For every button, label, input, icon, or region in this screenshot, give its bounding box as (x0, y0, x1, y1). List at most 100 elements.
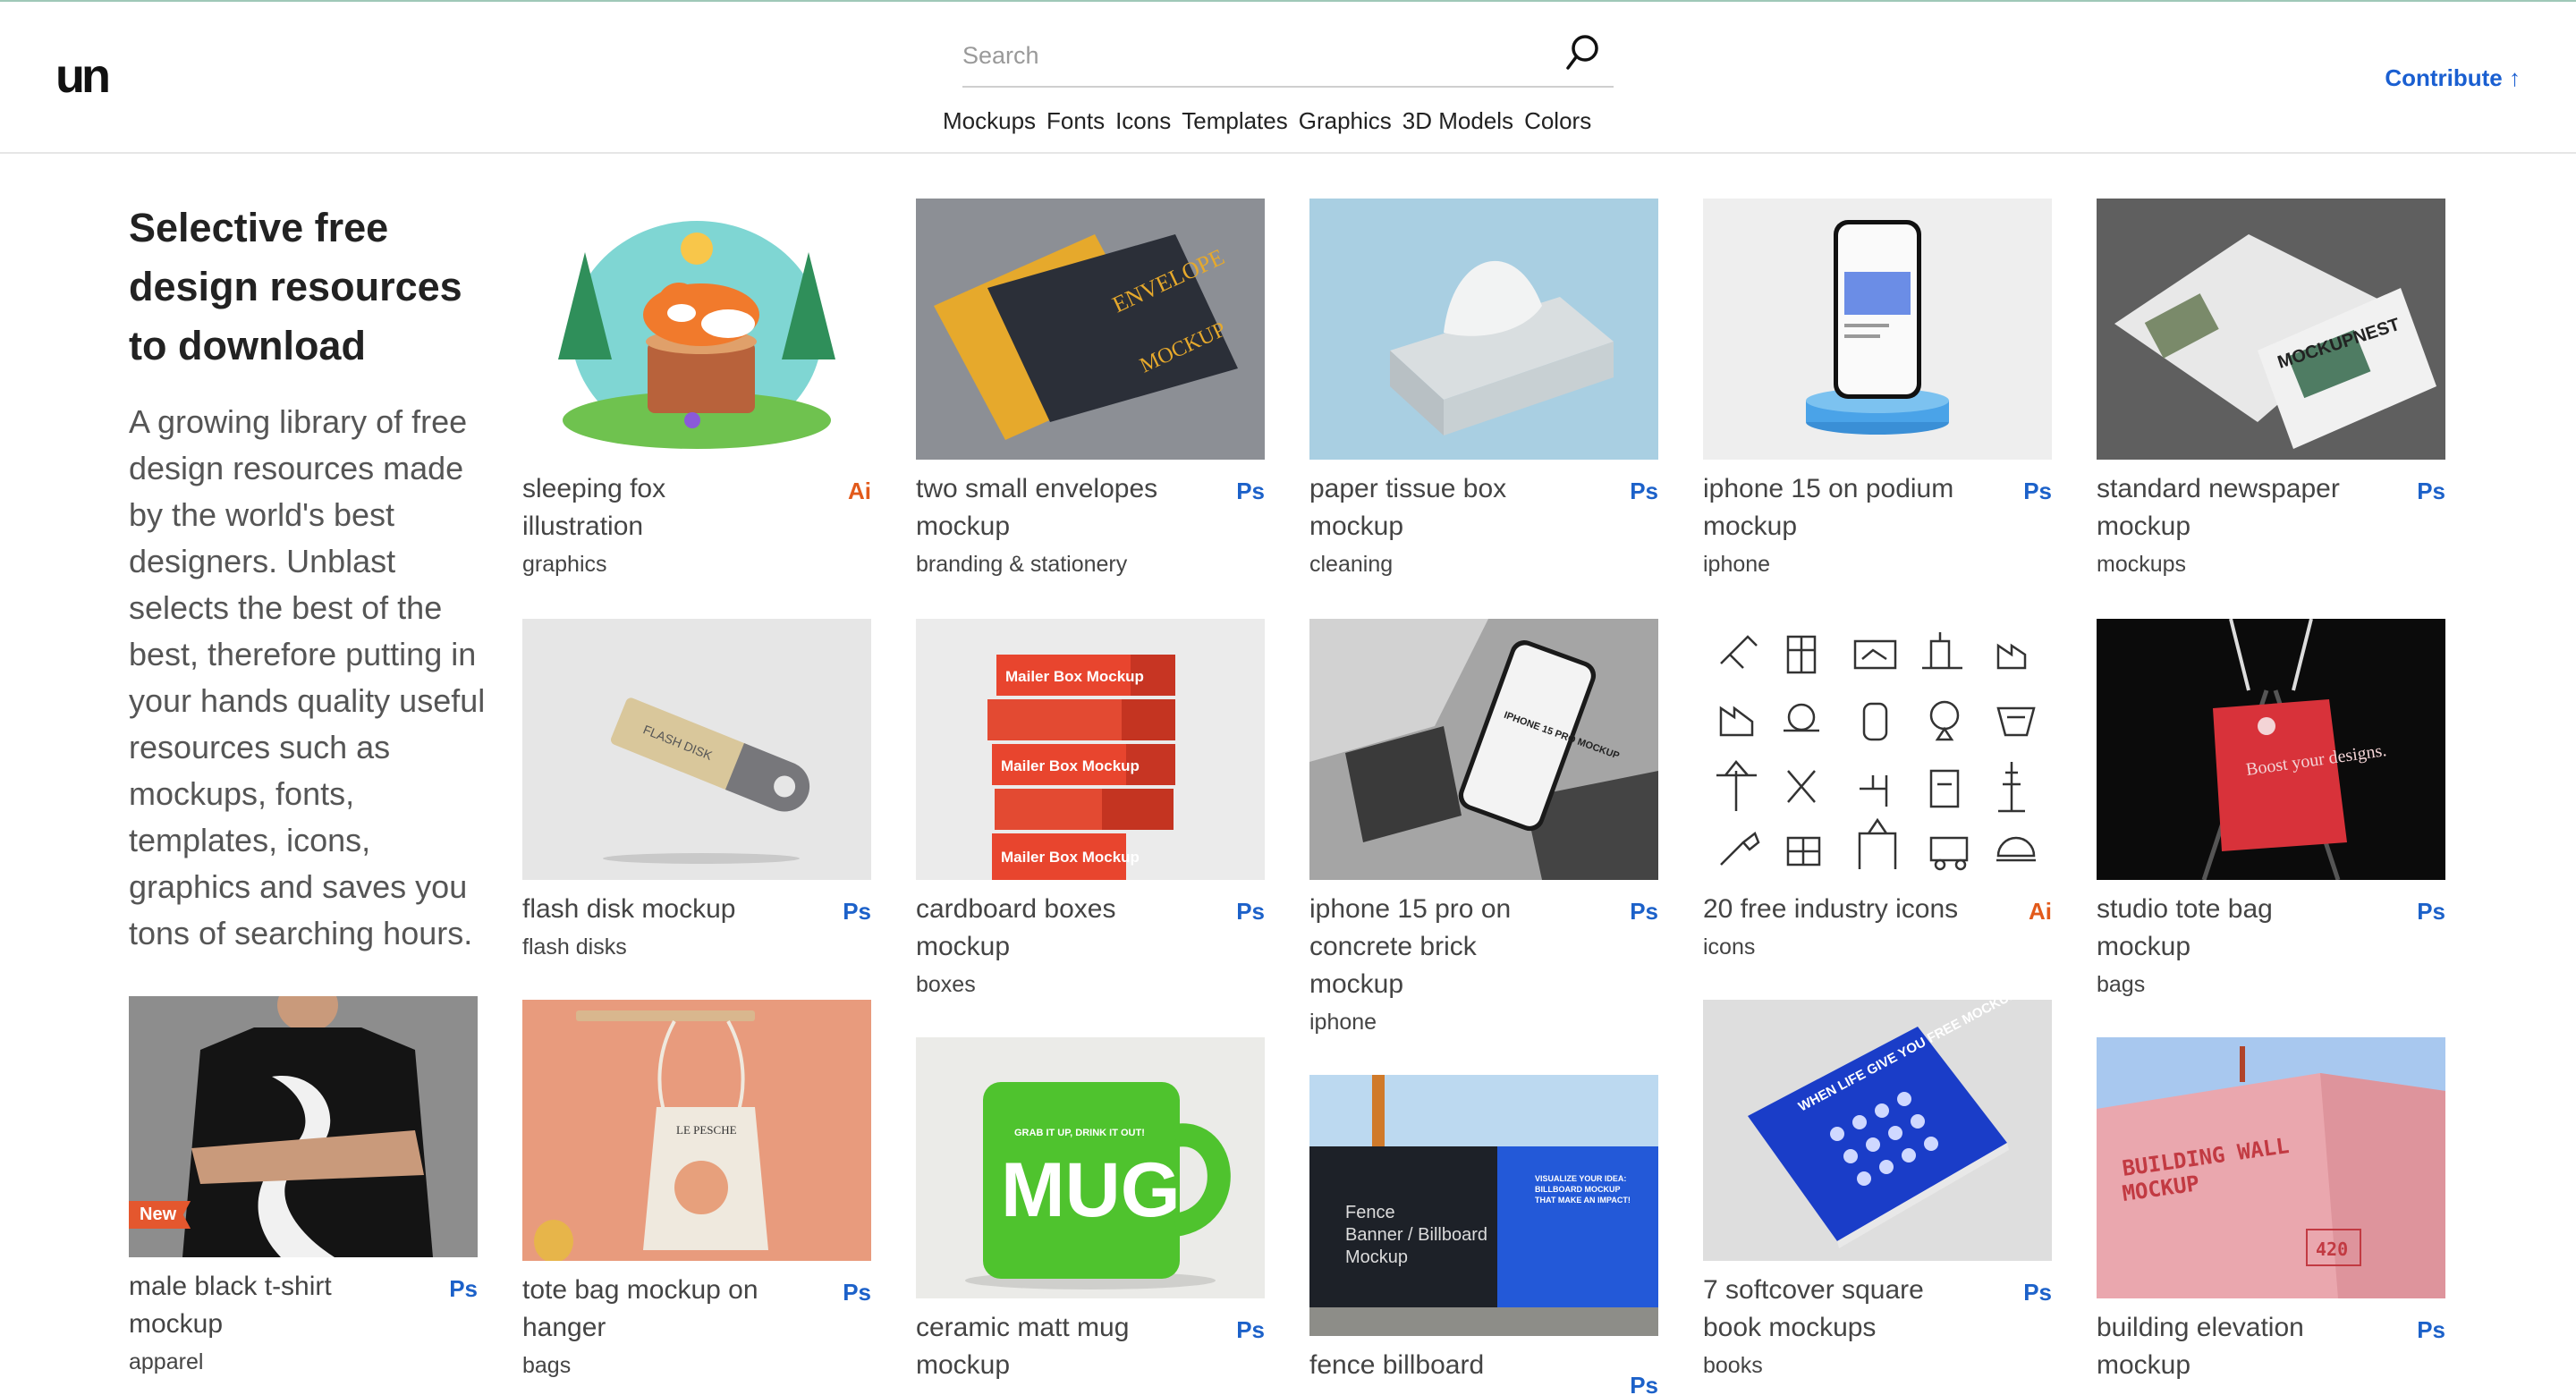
card-title[interactable]: studio tote bag mockup (2097, 891, 2365, 966)
card-meta: fence billboard Ps (1309, 1347, 1658, 1395)
resource-card: ENVELOPE MOCKUP two small envelopes mock… (916, 199, 1265, 579)
nav-fonts[interactable]: Fonts (1046, 107, 1105, 135)
card-meta: iphone 15 pro on concrete brick mockup i… (1309, 891, 1658, 1037)
hanger-bag-label: LE PESCHE (676, 1123, 737, 1137)
card-title[interactable]: ceramic matt mug mockup (916, 1309, 1184, 1384)
card-category[interactable]: boxes (916, 969, 1265, 1000)
resource-card: LE PESCHE tote bag mockup on hanger bags… (522, 1000, 871, 1381)
card-thumbnail-iphone-concrete[interactable]: IPHONE 15 PRO MOCKUP (1309, 619, 1658, 880)
card-category[interactable]: iphone (1703, 549, 2052, 579)
card-category[interactable]: books (1703, 1350, 2052, 1381)
card-title[interactable]: 7 softcover square book mockups (1703, 1272, 1971, 1347)
nav-mockups[interactable]: Mockups (943, 107, 1036, 135)
resource-card: New male black t-shirt mockup apparel Ps (129, 996, 478, 1377)
card-thumbnail-envelopes[interactable]: ENVELOPE MOCKUP (916, 199, 1265, 460)
card-category[interactable]: apparel (129, 1347, 478, 1377)
nav-templates[interactable]: Templates (1182, 107, 1288, 135)
card-title[interactable]: tote bag mockup on hanger (522, 1272, 791, 1347)
card-thumbnail-iphone-podium[interactable] (1703, 199, 2052, 460)
ps-badge: Ps (1236, 1316, 1265, 1343)
card-meta: flash disk mockup flash disks Ps (522, 891, 871, 962)
card-category[interactable]: bags (522, 1350, 871, 1381)
card-category[interactable]: mockups (2097, 549, 2445, 579)
card-thumbnail-building[interactable]: BUILDING WALL MOCKUP 420 (2097, 1037, 2445, 1298)
card-title[interactable]: flash disk mockup (522, 891, 791, 928)
ps-badge: Ps (1630, 898, 1658, 925)
resource-card: sleeping fox illustration graphics Ai (522, 199, 871, 579)
card-category[interactable]: flash disks (522, 932, 871, 962)
card-title[interactable]: cardboard boxes mockup (916, 891, 1184, 966)
nav-colors[interactable]: Colors (1524, 107, 1591, 135)
box-label: Mailer Box Mockup (1001, 757, 1140, 774)
mug-small-text: GRAB IT UP, DRINK IT OUT! (1014, 1128, 1145, 1138)
card-meta: male black t-shirt mockup apparel Ps (129, 1268, 478, 1377)
card-title[interactable]: paper tissue box mockup (1309, 470, 1578, 545)
nav-icons[interactable]: Icons (1115, 107, 1171, 135)
card-thumbnail-studio-tote[interactable]: Boost your designs. (2097, 619, 2445, 880)
card-category[interactable]: bags (2097, 969, 2445, 1000)
resource-card: GRAB IT UP, DRINK IT OUT! MUG ceramic ma… (916, 1037, 1265, 1384)
resource-card: Mailer Box Mockup Mailer Box Mockup Mail… (916, 619, 1265, 1000)
intro-heading: Selective free design resources to downl… (129, 205, 462, 368)
card-category[interactable]: iphone (1309, 1007, 1658, 1037)
card-meta: 7 softcover square book mockups books Ps (1703, 1272, 2052, 1381)
card-title[interactable]: iphone 15 on podium mockup (1703, 470, 1971, 545)
card-title[interactable]: sleeping fox illustration (522, 470, 791, 545)
site-header: un Mockups Fonts Icons Templates Graphic… (0, 2, 2576, 154)
ps-badge: Ps (843, 898, 871, 925)
card-title[interactable]: building elevation mockup (2097, 1309, 2365, 1384)
ps-badge: Ps (2417, 898, 2445, 925)
card-category[interactable]: branding & stationery (916, 549, 1265, 579)
card-title[interactable]: fence billboard (1309, 1347, 1578, 1384)
category-nav: Mockups Fonts Icons Templates Graphics 3… (943, 107, 1591, 135)
ps-badge: Ps (2023, 1279, 2052, 1306)
card-thumbnail-fence-billboard[interactable]: Fence Banner / Billboard Mockup VISUALIZ… (1309, 1075, 1658, 1336)
nav-graphics[interactable]: Graphics (1299, 107, 1392, 135)
intro-description: A growing library of free design resourc… (129, 403, 486, 951)
card-title[interactable]: male black t-shirt mockup (129, 1268, 397, 1343)
card-thumbnail-newspaper[interactable]: MOCKUPNEST (2097, 199, 2445, 460)
card-category[interactable]: graphics (522, 549, 871, 579)
card-meta: two small envelopes mockup branding & st… (916, 470, 1265, 579)
card-title[interactable]: iphone 15 pro on concrete brick mockup (1309, 891, 1578, 1003)
nav-3d-models[interactable]: 3D Models (1402, 107, 1513, 135)
resource-card: Fence Banner / Billboard Mockup VISUALIZ… (1309, 1075, 1658, 1395)
search-icon[interactable] (1563, 32, 1603, 75)
box-label: Mailer Box Mockup (1005, 668, 1144, 685)
card-thumbnail-flash-disk[interactable]: FLASH DISK (522, 619, 871, 880)
card-thumbnail-industry-icons[interactable] (1703, 619, 2052, 880)
unblast-logo[interactable]: un (55, 52, 111, 100)
card-title[interactable]: standard newspaper mockup (2097, 470, 2365, 545)
card-title[interactable]: 20 free industry icons (1703, 891, 1971, 928)
card-meta: iphone 15 on podium mockup iphone Ps (1703, 470, 2052, 579)
card-thumbnail-mug[interactable]: GRAB IT UP, DRINK IT OUT! MUG (916, 1037, 1265, 1298)
card-meta: 20 free industry icons icons Ai (1703, 891, 2052, 962)
resource-card: WHEN LIFE GIVE YOU FREE MOCKUPS 7 softco… (1703, 1000, 2052, 1381)
card-thumbnail-tissue[interactable] (1309, 199, 1658, 460)
ps-badge: Ps (2417, 1316, 2445, 1343)
resource-card: Boost your designs. studio tote bag mock… (2097, 619, 2445, 1000)
search-input[interactable] (962, 34, 1535, 77)
billboard-text-3: Mockup (1345, 1247, 1408, 1267)
card-meta: ceramic matt mug mockup Ps (916, 1309, 1265, 1384)
card-thumbnail-fox[interactable] (522, 199, 871, 460)
resource-card: MOCKUPNEST standard newspaper mockup moc… (2097, 199, 2445, 579)
contribute-link[interactable]: Contribute ↑ (2385, 64, 2521, 92)
card-title[interactable]: two small envelopes mockup (916, 470, 1184, 545)
ps-badge: Ps (449, 1275, 478, 1302)
billboard-text-2: Banner / Billboard (1345, 1225, 1487, 1245)
resource-card: FLASH DISK flash disk mockup flash disks… (522, 619, 871, 962)
card-thumbnail-boxes[interactable]: Mailer Box Mockup Mailer Box Mockup Mail… (916, 619, 1265, 880)
card-thumbnail-hanger-tote[interactable]: LE PESCHE (522, 1000, 871, 1261)
icon-grid (1716, 632, 2036, 871)
resource-card: iphone 15 on podium mockup iphone Ps (1703, 199, 2052, 579)
card-thumbnail-books[interactable]: WHEN LIFE GIVE YOU FREE MOCKUPS (1703, 1000, 2052, 1261)
card-thumbnail-tshirt[interactable]: New (129, 996, 478, 1257)
box-label: Mailer Box Mockup (1001, 849, 1140, 866)
ps-badge: Ps (1630, 1372, 1658, 1395)
new-tag: New (129, 1201, 191, 1229)
ps-badge: Ps (1630, 478, 1658, 504)
card-category[interactable]: cleaning (1309, 549, 1658, 579)
ps-badge: Ps (2023, 478, 2052, 504)
card-category[interactable]: icons (1703, 932, 2052, 962)
